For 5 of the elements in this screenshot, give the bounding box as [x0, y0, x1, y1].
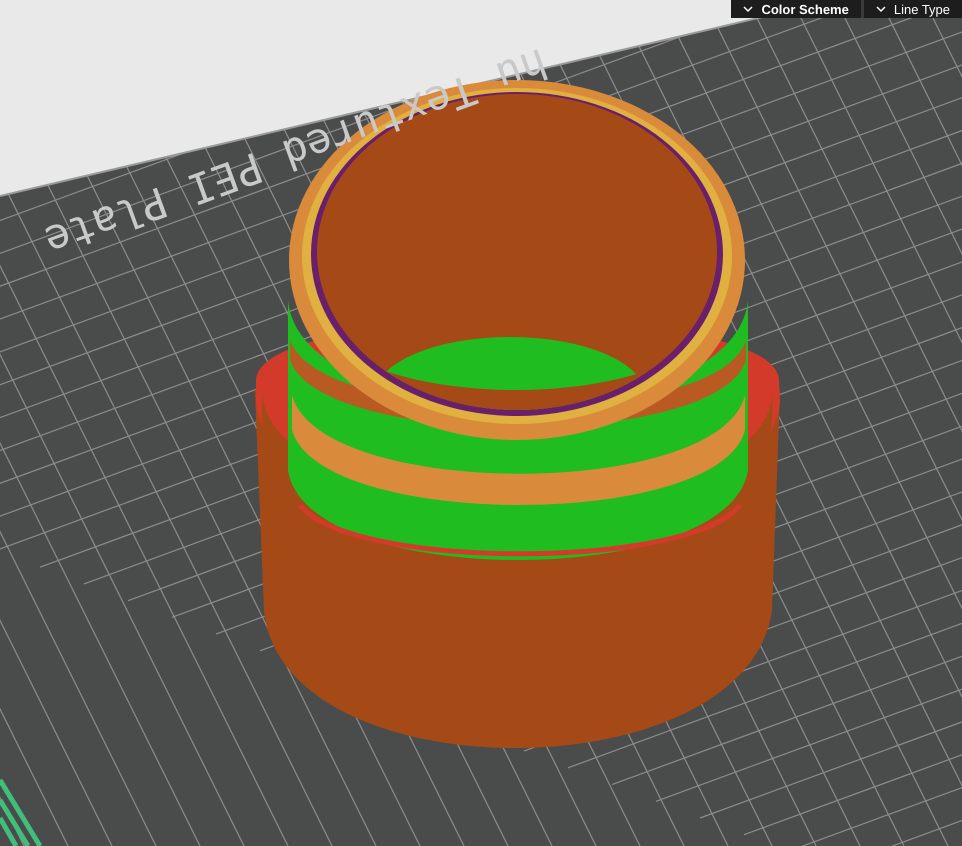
toolpath-lines-drawing	[0, 778, 42, 846]
caret-icon	[876, 6, 886, 12]
dropdown-button[interactable]: Line Type	[864, 0, 962, 18]
dropdown-button[interactable]: Color Scheme	[731, 0, 861, 18]
caret-icon	[743, 6, 754, 12]
